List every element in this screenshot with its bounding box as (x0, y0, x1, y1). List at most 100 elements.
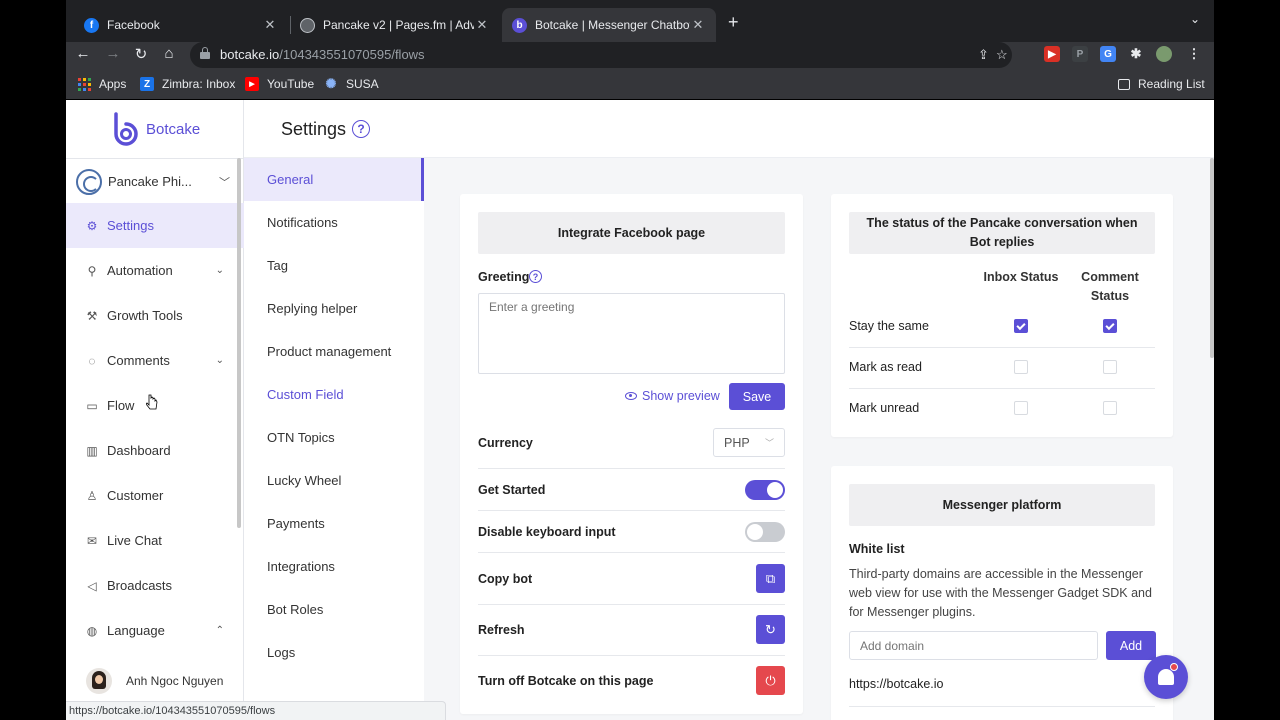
wrench-icon: ⚒ (86, 308, 98, 323)
star-icon[interactable]: ☆ (996, 47, 1008, 63)
sidebar-item-customer[interactable]: ♙ Customer (66, 473, 244, 518)
tab-integrations[interactable]: Integrations (244, 545, 424, 588)
susa-icon: ✺ (325, 76, 337, 91)
inbox-mark-unread-checkbox[interactable] (1014, 401, 1028, 415)
whitelist-domain: https://botcake.io (849, 677, 944, 691)
brand-logo[interactable]: Botcake (110, 112, 200, 146)
mouse-cursor-icon (146, 394, 158, 410)
botcake-app: Botcake Pancake Phi... ﹀ ⚙ Settings ⚲ Au… (66, 100, 1214, 720)
whitelist-description: Third-party domains are accessible in th… (849, 567, 1152, 619)
sidebar-nav: ⚙ Settings ⚲ Automation ⌄ ⚒ Growth Tools… (66, 203, 244, 653)
bookmark-apps[interactable]: Apps (78, 77, 126, 91)
tab-lucky-wheel[interactable]: Lucky Wheel (244, 459, 424, 502)
close-icon[interactable]: ✕ (262, 17, 278, 33)
sidebar-item-comments[interactable]: ◌ Comments ⌄ (66, 338, 244, 383)
whitelist-label: White list (849, 542, 905, 556)
inbox-stay-same-checkbox[interactable] (1014, 319, 1028, 333)
tab-title: Botcake | Messenger Chatbot m (535, 18, 690, 32)
page-avatar (76, 168, 102, 195)
translate-icon[interactable]: G (1100, 46, 1116, 62)
address-bar[interactable]: botcake.io/104343551070595/flows ⇪ ☆ (190, 42, 1012, 68)
greeting-input[interactable] (478, 293, 785, 374)
notification-dot (1170, 663, 1178, 671)
comment-mark-unread-checkbox[interactable] (1103, 401, 1117, 415)
back-icon[interactable]: ← (72, 45, 94, 62)
bookmark-youtube[interactable]: ▶ YouTube (245, 77, 314, 91)
sidebar-item-automation[interactable]: ⚲ Automation ⌄ (66, 248, 244, 293)
tab-facebook[interactable]: f Facebook ✕ (74, 8, 288, 42)
close-icon[interactable]: ✕ (690, 17, 706, 33)
settings-submenu: General Notifications Tag Replying helpe… (244, 158, 424, 720)
home-icon[interactable]: ⌂ (158, 45, 180, 62)
main-scrollbar[interactable] (1210, 158, 1214, 358)
integrate-facebook-button[interactable]: Integrate Facebook page (478, 212, 785, 254)
inbox-mark-read-checkbox[interactable] (1014, 360, 1028, 374)
disable-keyboard-toggle[interactable] (745, 522, 785, 542)
sidebar-item-broadcasts[interactable]: ◁ Broadcasts (66, 563, 244, 608)
tab-bot-roles[interactable]: Bot Roles (244, 588, 424, 631)
extension-icon[interactable]: ▶ (1044, 46, 1060, 62)
help-icon[interactable]: ? (352, 120, 370, 138)
tab-general[interactable]: General (244, 158, 424, 201)
currency-select[interactable]: PHP ﹀ (713, 428, 785, 457)
conversation-status-card: The status of the Pancake conversation w… (831, 194, 1173, 437)
tab-pancake[interactable]: Pancake v2 | Pages.fm | Advan ✕ (290, 8, 500, 42)
puzzle-icon[interactable]: ✱ (1128, 46, 1144, 62)
tab-replying-helper[interactable]: Replying helper (244, 287, 424, 330)
profile-avatar[interactable] (1156, 46, 1172, 62)
page-name: Pancake Phi... (108, 174, 192, 189)
tab-logs[interactable]: Logs (244, 631, 424, 674)
tab-payments[interactable]: Payments (244, 502, 424, 545)
close-icon[interactable]: ✕ (474, 17, 490, 33)
messenger-card-title: Messenger platform (849, 484, 1155, 526)
sidebar-scrollbar[interactable] (237, 158, 241, 528)
eye-icon (625, 392, 637, 400)
refresh-button[interactable]: ↻ (756, 615, 785, 644)
page-selector[interactable]: Pancake Phi... ﹀ (66, 158, 244, 204)
megaphone-icon: ◁ (87, 578, 97, 593)
reading-list-button[interactable]: Reading List (1118, 77, 1205, 91)
page-title: Settings (281, 119, 347, 139)
show-preview-link[interactable]: Show preview (625, 389, 720, 403)
comment-mark-read-checkbox[interactable] (1103, 360, 1117, 374)
sidebar-item-growth-tools[interactable]: ⚒ Growth Tools (66, 293, 244, 338)
tab-otn-topics[interactable]: OTN Topics (244, 416, 424, 459)
sidebar-item-language[interactable]: ◍ Language ⌃ (66, 608, 244, 653)
turn-off-button[interactable]: ⏻ (756, 666, 785, 695)
comment-stay-same-checkbox[interactable] (1103, 319, 1117, 333)
tab-custom-field[interactable]: Custom Field (244, 373, 424, 416)
zimbra-icon: Z (140, 77, 154, 91)
get-started-label: Get Started (478, 483, 546, 497)
status-row-label: Mark unread (849, 401, 920, 415)
help-icon[interactable]: ? (529, 270, 542, 283)
add-domain-button[interactable]: Add (1106, 631, 1156, 660)
tab-search-icon[interactable]: ⌄ (1190, 12, 1200, 26)
general-settings-card: Integrate Facebook page Greeting ? Show … (460, 194, 803, 714)
chat-widget-button[interactable] (1144, 655, 1188, 699)
bookmark-zimbra[interactable]: Z Zimbra: Inbox (140, 77, 235, 91)
menu-icon[interactable]: ⋮ (1186, 46, 1202, 62)
save-button[interactable]: Save (729, 383, 785, 410)
reload-icon[interactable]: ↻ (130, 45, 152, 63)
chevron-down-icon: ﹀ (764, 438, 774, 448)
sidebar-item-live-chat[interactable]: ✉ Live Chat (66, 518, 244, 563)
forward-icon[interactable]: → (102, 45, 124, 62)
extension-icon[interactable]: P (1072, 46, 1088, 62)
tab-tag[interactable]: Tag (244, 244, 424, 287)
new-tab-button[interactable]: + (728, 12, 739, 33)
user-icon: ♙ (86, 488, 98, 503)
domain-input[interactable] (849, 631, 1098, 660)
sidebar-item-settings[interactable]: ⚙ Settings (66, 203, 244, 248)
copy-bot-label: Copy bot (478, 572, 533, 586)
tab-botcake[interactable]: b Botcake | Messenger Chatbot m ✕ (502, 8, 716, 42)
tab-product-management[interactable]: Product management (244, 330, 424, 373)
bell-icon (1158, 669, 1174, 685)
sidebar-item-dashboard[interactable]: ▥ Dashboard (66, 428, 244, 473)
botcake-icon: b (512, 17, 527, 33)
get-started-toggle[interactable] (745, 480, 785, 500)
bookmark-susa[interactable]: ✺ SUSA (324, 76, 379, 91)
tab-notifications[interactable]: Notifications (244, 201, 424, 244)
user-profile[interactable]: Anh Ngoc Nguyen (86, 668, 223, 694)
copy-button[interactable]: ⧉ (756, 564, 785, 593)
share-icon[interactable]: ⇪ (978, 47, 989, 63)
